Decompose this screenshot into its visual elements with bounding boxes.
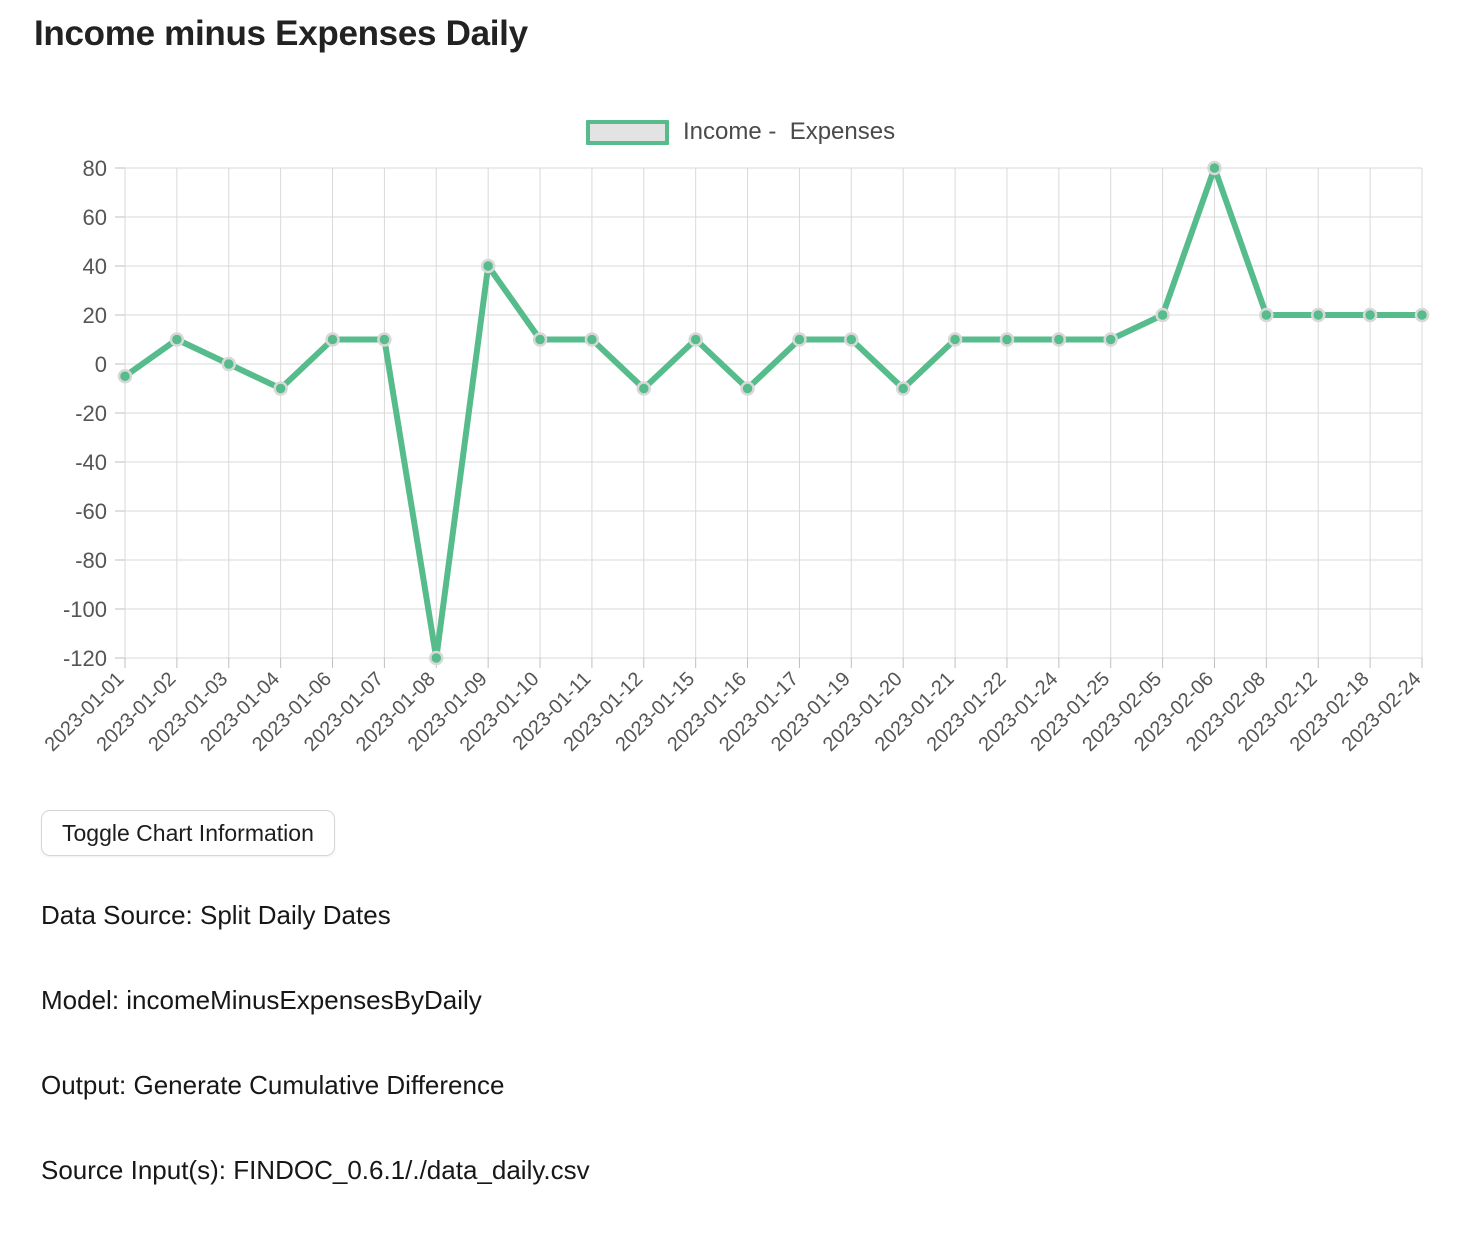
data-point-marker[interactable] [1414,307,1430,323]
legend-label-income-minus-expenses: Income - Expenses [683,118,896,145]
legend-swatch-income-minus-expenses[interactable] [586,119,669,145]
y-axis-tick-label: 40 [83,254,107,279]
data-point-marker[interactable] [584,332,600,347]
data-point-marker[interactable] [792,332,807,347]
page-title: Income minus Expenses Daily [34,14,528,53]
y-axis-tick-label: -60 [75,499,107,524]
data-point-marker[interactable] [117,369,133,384]
data-point-marker[interactable] [169,332,185,347]
data-point-marker[interactable] [325,332,340,347]
info-line-data-source: Data Source: Split Daily Dates [41,900,391,930]
chart-legend: Income - Expenses [586,118,895,146]
info-line-source-inputs: Source Input(s): FINDOC_0.6.1/./data_dai… [41,1155,590,1185]
y-axis-tick-label: -20 [75,401,107,426]
data-point-marker[interactable] [221,356,237,372]
data-point-marker[interactable] [480,258,496,274]
data-point-marker[interactable] [273,381,288,396]
info-line-output: Output: Generate Cumulative Difference [41,1070,505,1100]
y-axis-tick-label: -100 [63,597,107,622]
y-axis-tick-label: -40 [75,450,107,475]
info-line-model: Model: incomeMinusExpensesByDaily [41,985,482,1015]
y-axis-tick-label: 0 [95,352,107,377]
data-point-marker[interactable] [844,332,859,347]
data-point-marker[interactable] [532,332,548,347]
data-point-marker[interactable] [1207,160,1222,176]
data-point-marker[interactable] [1362,307,1378,323]
y-axis-tick-label: 60 [83,205,107,230]
data-point-marker[interactable] [740,381,755,396]
data-point-marker[interactable] [429,650,444,666]
y-axis-tick-label: 80 [83,156,107,181]
data-point-marker[interactable] [1155,307,1170,323]
data-point-marker[interactable] [895,381,911,396]
chart-page: Income minus Expenses Daily Income - Exp… [0,0,1462,1200]
data-point-marker[interactable] [636,381,652,396]
data-point-marker[interactable] [1103,332,1118,347]
data-point-marker[interactable] [1259,307,1274,323]
toggle-chart-information-button[interactable]: Toggle Chart Information [41,810,335,856]
data-point-marker[interactable] [947,332,963,347]
y-axis-tick-label: 20 [83,303,107,328]
chart-canvas: 806040200-20-40-60-80-100-1202023-01-012… [41,156,1430,756]
data-point-marker[interactable] [688,332,703,347]
y-axis-tick-label: -80 [75,548,107,573]
data-point-marker[interactable] [1310,307,1326,323]
data-point-marker[interactable] [377,332,392,347]
chart-information-panel: Data Source: Split Daily Dates Model: in… [41,900,1401,1240]
data-point-marker[interactable] [1051,332,1067,347]
data-point-marker[interactable] [999,332,1015,347]
y-axis-tick-label: -120 [63,646,107,671]
line-chart: 80 60 40 20 0 -20 -40 -60 -80 -100 -120 2023-01-01 2… [0,150,1462,800]
